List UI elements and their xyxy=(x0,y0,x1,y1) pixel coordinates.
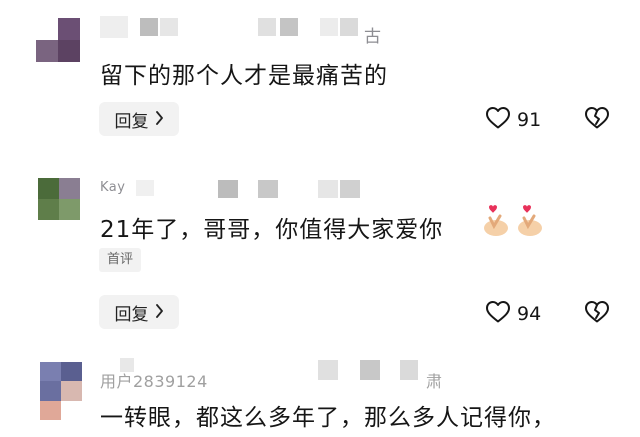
chevron-right-icon xyxy=(155,303,164,322)
reply-button[interactable]: 回复 xyxy=(99,102,179,136)
chevron-right-icon xyxy=(155,110,164,129)
username[interactable]: Kay xyxy=(100,180,125,195)
like-count: 94 xyxy=(517,303,542,325)
broken-heart-icon[interactable] xyxy=(584,300,610,328)
heart-outline-icon xyxy=(485,106,511,134)
reply-button[interactable]: 回复 xyxy=(99,295,179,329)
username[interactable]: 用户2839124 xyxy=(100,368,208,392)
username-suffix[interactable]: 肃 xyxy=(426,368,443,392)
avatar[interactable] xyxy=(40,362,82,420)
finger-heart-emoji xyxy=(480,204,510,238)
comment-text: 留下的那个人才是最痛苦的 xyxy=(100,63,388,89)
reply-label: 回复 xyxy=(114,111,149,132)
first-comment-badge: 首评 xyxy=(99,248,142,272)
like-count: 91 xyxy=(517,109,542,131)
finger-heart-emoji xyxy=(514,204,544,238)
like-button[interactable]: 91 xyxy=(485,106,541,134)
username-suffix[interactable]: 古 xyxy=(364,22,382,47)
avatar[interactable] xyxy=(36,18,80,62)
heart-outline-icon xyxy=(485,300,511,328)
reply-label: 回复 xyxy=(114,304,149,325)
comment-text: 一转眼，都这么多年了，那么多人记得你， xyxy=(100,405,556,431)
avatar[interactable] xyxy=(38,178,80,220)
like-button[interactable]: 94 xyxy=(485,300,541,328)
comment-text: 21年了，哥哥，你值得大家爱你 xyxy=(100,217,444,243)
broken-heart-icon[interactable] xyxy=(584,106,610,134)
